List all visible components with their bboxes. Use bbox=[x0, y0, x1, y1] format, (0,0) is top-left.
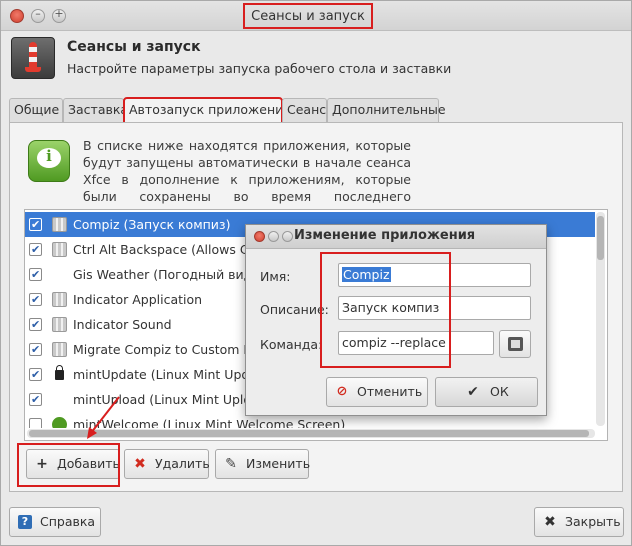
tab-general[interactable]: Общие bbox=[9, 98, 63, 122]
header-subtitle: Настройте параметры запуска рабочего сто… bbox=[67, 61, 452, 76]
edit-button[interactable]: ✎ Изменить bbox=[215, 449, 310, 479]
close-window-button[interactable] bbox=[10, 9, 24, 23]
ok-button[interactable]: ✔ ОК bbox=[435, 377, 538, 407]
dialog-title-bar[interactable]: Изменение приложения bbox=[246, 225, 546, 249]
close-button[interactable]: ✖ Закрыть bbox=[534, 507, 624, 537]
folder-icon bbox=[508, 337, 523, 351]
command-field[interactable]: compiz --replace bbox=[338, 331, 494, 355]
info-icon bbox=[52, 417, 67, 428]
maximize-window-button[interactable]: + bbox=[52, 7, 66, 23]
compiz-icon bbox=[52, 242, 67, 257]
tab-session[interactable]: Сеанс bbox=[282, 98, 327, 122]
help-icon: ? bbox=[18, 515, 32, 529]
dialog-minimize-button[interactable] bbox=[268, 231, 279, 242]
description-field[interactable]: Запуск компиз bbox=[338, 296, 531, 320]
maximize-icon: + bbox=[54, 7, 64, 20]
checkbox[interactable] bbox=[29, 387, 42, 412]
command-label: Команда: bbox=[260, 337, 323, 352]
minimize-window-button[interactable]: – bbox=[31, 7, 45, 23]
lock-icon bbox=[55, 365, 64, 380]
help-button[interactable]: ? Справка bbox=[9, 507, 101, 537]
browse-button[interactable] bbox=[499, 330, 531, 358]
scrollbar-thumb[interactable] bbox=[597, 216, 604, 260]
cancel-button[interactable]: ⊘ Отменить bbox=[326, 377, 428, 407]
compiz-icon bbox=[52, 217, 67, 232]
pencil-icon: ✎ bbox=[225, 456, 237, 472]
checkbox[interactable] bbox=[29, 312, 42, 337]
add-button[interactable]: + Добавить bbox=[26, 449, 120, 479]
blank-icon bbox=[52, 267, 67, 282]
checkbox[interactable] bbox=[29, 262, 42, 287]
checkbox[interactable] bbox=[29, 212, 42, 237]
cancel-icon: ⊘ bbox=[336, 384, 348, 399]
title-bar[interactable]: – + Сеансы и запуск bbox=[1, 1, 631, 31]
checkbox[interactable] bbox=[29, 287, 42, 312]
dialog-close-button[interactable] bbox=[254, 231, 265, 242]
header-title: Сеансы и запуск bbox=[67, 39, 201, 55]
dialog-title: Изменение приложения bbox=[294, 228, 476, 243]
tab-application-autostart[interactable]: Автозапуск приложений bbox=[123, 97, 291, 124]
close-icon: ✖ bbox=[544, 514, 556, 530]
checkbox[interactable] bbox=[29, 337, 42, 362]
minimize-icon: – bbox=[35, 7, 41, 20]
name-field[interactable]: Compiz bbox=[338, 263, 531, 287]
info-icon: i bbox=[28, 140, 70, 182]
vertical-scrollbar[interactable] bbox=[596, 212, 605, 426]
session-startup-window: – + Сеансы и запуск Сеансы и запуск Наст… bbox=[0, 0, 632, 546]
delete-icon: ✖ bbox=[134, 456, 146, 472]
rocket-icon bbox=[11, 37, 55, 79]
compiz-icon bbox=[52, 317, 67, 332]
checkbox[interactable] bbox=[29, 237, 42, 262]
dialog-maximize-button[interactable] bbox=[282, 231, 293, 242]
blank-icon bbox=[52, 392, 67, 407]
name-label: Имя: bbox=[260, 269, 291, 284]
compiz-icon bbox=[52, 292, 67, 307]
tab-screensaver[interactable]: Заставка bbox=[63, 98, 128, 122]
checkbox[interactable] bbox=[29, 418, 42, 428]
checkbox[interactable] bbox=[29, 362, 42, 387]
check-icon: ✔ bbox=[467, 384, 479, 400]
tab-advanced[interactable]: Дополнительные bbox=[327, 98, 446, 122]
description-label: Описание: bbox=[260, 302, 329, 317]
remove-button[interactable]: ✖ Удалить bbox=[124, 449, 210, 479]
plus-icon: + bbox=[36, 456, 48, 472]
compiz-icon bbox=[52, 342, 67, 357]
window-title: Сеансы и запуск bbox=[243, 3, 373, 29]
edit-application-dialog: Изменение приложения Имя: Compiz Описани… bbox=[245, 224, 547, 416]
annotation-arrow bbox=[87, 396, 120, 439]
